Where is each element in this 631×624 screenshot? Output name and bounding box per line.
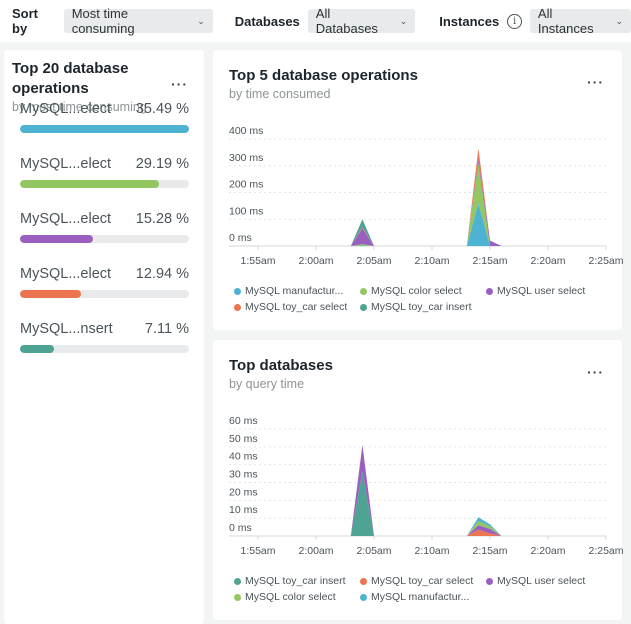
legend-label: MySQL toy_car select bbox=[371, 575, 474, 587]
legend-label: MySQL toy_car select bbox=[245, 301, 348, 313]
legend-item[interactable]: MySQL user select bbox=[486, 575, 585, 587]
legend-item[interactable]: MySQL color select bbox=[234, 591, 360, 603]
legend-color-dot-icon bbox=[360, 593, 367, 601]
databases-dropdown[interactable]: All Databases ⌄ bbox=[307, 6, 416, 36]
operation-row-header: MySQL...nsert 7.11 % bbox=[20, 318, 189, 340]
card-title: Top 5 database operations bbox=[229, 67, 418, 84]
legend-color-dot-icon bbox=[486, 577, 493, 585]
operation-row[interactable]: MySQL...elect 12.94 % bbox=[20, 263, 189, 318]
operation-row-header: MySQL...elect 35.49 % bbox=[20, 98, 189, 120]
sort-by-value: Most time consuming bbox=[71, 6, 135, 36]
chevron-down-icon: ⌄ bbox=[399, 15, 408, 26]
operation-name: MySQL...nsert bbox=[20, 321, 113, 337]
legend-item[interactable]: MySQL toy_car insert bbox=[234, 575, 360, 587]
card-menu-button[interactable]: ··· bbox=[587, 74, 604, 90]
legend-color-dot-icon bbox=[234, 593, 241, 601]
operation-progress-fill bbox=[20, 235, 93, 243]
legend-item[interactable]: MySQL manufactur... bbox=[360, 591, 486, 603]
legend-color-dot-icon bbox=[234, 287, 241, 295]
operation-name: MySQL...elect bbox=[20, 101, 112, 117]
card-menu-button[interactable]: ··· bbox=[587, 364, 604, 380]
card-menu-button[interactable]: ··· bbox=[171, 76, 188, 92]
legend-label: MySQL manufactur... bbox=[371, 591, 470, 603]
legend-item[interactable]: MySQL toy_car insert bbox=[360, 301, 486, 313]
top5-chart-legend: MySQL manufactur... MySQL color select MyS… bbox=[234, 283, 585, 315]
legend-label: MySQL manufactur... bbox=[245, 285, 344, 297]
operations-list: MySQL...elect 35.49 % MySQL...elect 29.19 %… bbox=[20, 98, 189, 373]
operation-row[interactable]: MySQL...nsert 7.11 % bbox=[20, 318, 189, 373]
legend-color-dot-icon bbox=[360, 287, 367, 295]
operation-name: MySQL...elect bbox=[20, 211, 112, 227]
legend-color-dot-icon bbox=[234, 303, 241, 311]
legend-label: MySQL color select bbox=[245, 591, 336, 603]
instances-label: Instances bbox=[439, 13, 500, 29]
operation-progress-track bbox=[20, 290, 189, 298]
legend-item[interactable]: MySQL color select bbox=[360, 285, 486, 297]
legend-label: MySQL toy_car insert bbox=[371, 301, 472, 313]
sort-by-label: Sort by bbox=[12, 6, 38, 36]
operation-progress-track bbox=[20, 345, 189, 353]
operation-progress-fill bbox=[20, 345, 54, 353]
top-databases-chart-legend: MySQL toy_car insert MySQL toy_car select… bbox=[234, 573, 585, 605]
operation-progress-fill bbox=[20, 290, 81, 298]
operation-progress-fill bbox=[20, 125, 189, 133]
legend-label: MySQL toy_car insert bbox=[245, 575, 346, 587]
card-subtitle: by time consumed bbox=[229, 87, 331, 101]
legend-label: MySQL user select bbox=[497, 575, 586, 587]
card-title: Top databases bbox=[229, 357, 333, 374]
legend-color-dot-icon bbox=[360, 577, 367, 585]
info-icon[interactable]: i bbox=[507, 13, 522, 29]
legend-row: MySQL toy_car select MySQL toy_car insert bbox=[234, 299, 585, 315]
operation-percent: 15.28 % bbox=[135, 211, 189, 227]
chevron-down-icon: ⌄ bbox=[615, 15, 624, 26]
operation-progress-fill bbox=[20, 180, 159, 188]
instances-value: All Instances bbox=[537, 6, 594, 36]
legend-row: MySQL toy_car insert MySQL toy_car select… bbox=[234, 573, 585, 589]
legend-color-dot-icon bbox=[486, 287, 493, 295]
operation-percent: 35.49 % bbox=[135, 101, 189, 117]
operation-percent: 12.94 % bbox=[135, 266, 189, 282]
instances-dropdown[interactable]: All Instances ⌄ bbox=[529, 6, 631, 36]
legend-row: MySQL manufactur... MySQL color select MyS… bbox=[234, 283, 585, 299]
legend-item[interactable]: MySQL user select bbox=[486, 285, 585, 297]
card-title-line1: Top 20 database bbox=[12, 60, 129, 77]
legend-label: MySQL user select bbox=[497, 285, 586, 297]
operation-percent: 29.19 % bbox=[135, 156, 189, 172]
operation-row[interactable]: MySQL...elect 35.49 % bbox=[20, 98, 189, 153]
legend-item[interactable]: MySQL toy_car select bbox=[234, 301, 360, 313]
card-subtitle: by query time bbox=[229, 377, 305, 391]
chevron-down-icon: ⌄ bbox=[197, 15, 205, 26]
legend-color-dot-icon bbox=[360, 303, 367, 311]
operation-progress-track bbox=[20, 180, 189, 188]
operation-name: MySQL...elect bbox=[20, 266, 112, 282]
operation-progress-track bbox=[20, 125, 189, 133]
operation-name: MySQL...elect bbox=[20, 156, 112, 172]
legend-label: MySQL color select bbox=[371, 285, 462, 297]
databases-value: All Databases bbox=[315, 6, 378, 36]
operation-row[interactable]: MySQL...elect 15.28 % bbox=[20, 208, 189, 263]
legend-row: MySQL color select MySQL manufactur... bbox=[234, 589, 585, 605]
card-title-line2: operations bbox=[12, 80, 89, 97]
operation-percent: 7.11 % bbox=[144, 321, 189, 337]
operation-row-header: MySQL...elect 15.28 % bbox=[20, 208, 189, 230]
operation-progress-track bbox=[20, 235, 189, 243]
legend-item[interactable]: MySQL manufactur... bbox=[234, 285, 360, 297]
filter-toolbar: Sort by Most time consuming ⌄ Databases … bbox=[0, 0, 631, 42]
operation-row-header: MySQL...elect 12.94 % bbox=[20, 263, 189, 285]
legend-color-dot-icon bbox=[234, 577, 241, 585]
legend-item[interactable]: MySQL toy_car select bbox=[360, 575, 486, 587]
sort-by-dropdown[interactable]: Most time consuming ⌄ bbox=[63, 6, 213, 36]
databases-label: Databases bbox=[234, 13, 300, 29]
operation-row-header: MySQL...elect 29.19 % bbox=[20, 153, 189, 175]
operation-row[interactable]: MySQL...elect 29.19 % bbox=[20, 153, 189, 208]
